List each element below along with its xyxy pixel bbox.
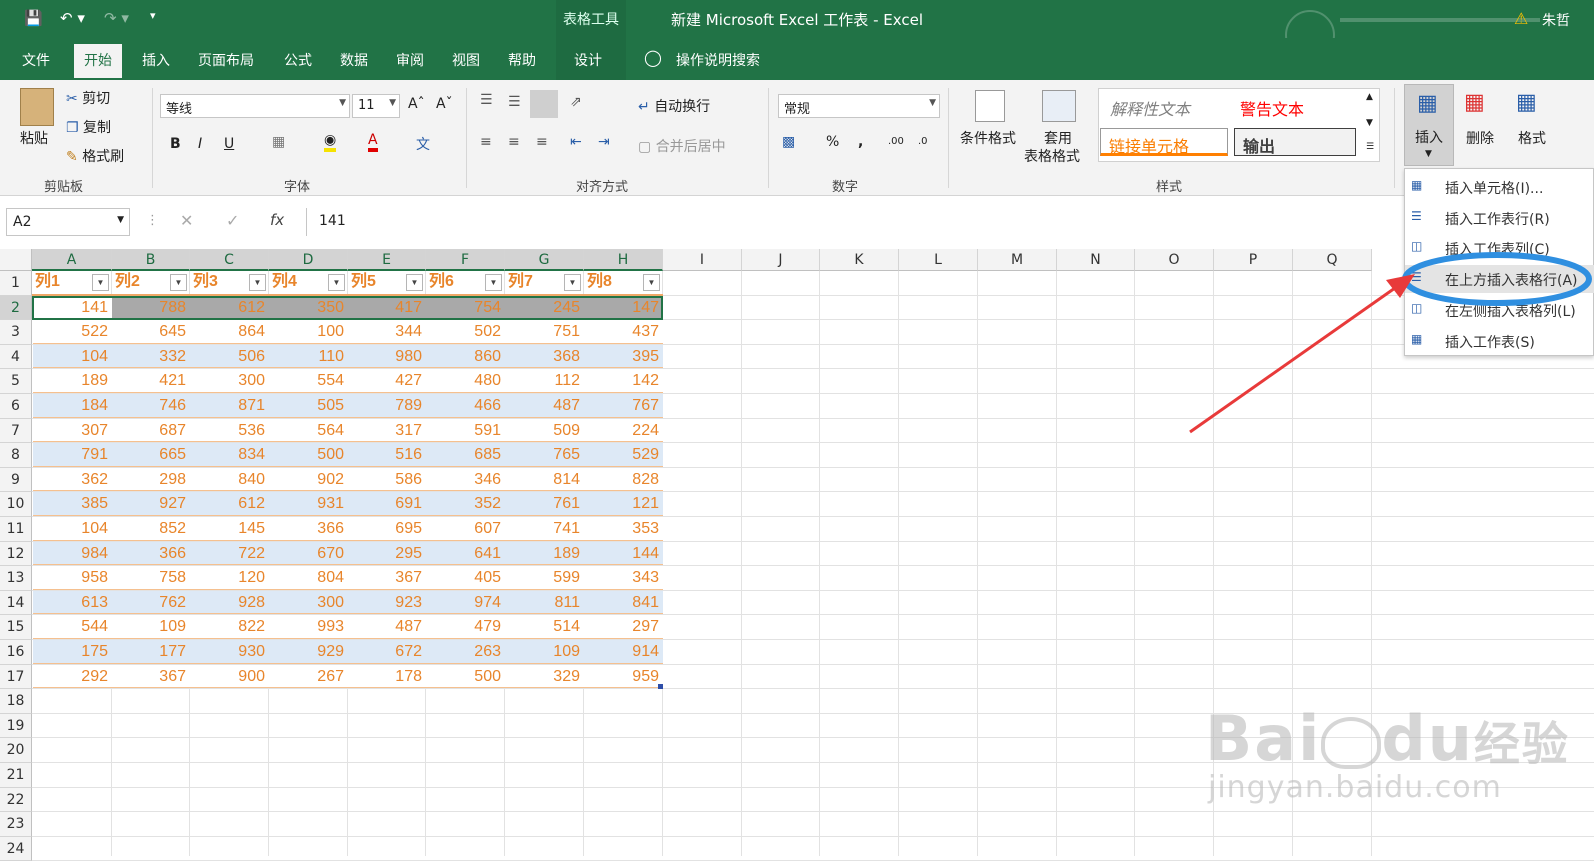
watermark-brand2: du xyxy=(1381,702,1474,775)
watermark-brand: Bai xyxy=(1205,702,1322,775)
watermark-url: jingyan.baidu.com xyxy=(1208,770,1502,805)
highlight-ellipse xyxy=(1402,252,1592,306)
watermark-logo: Bai du经验 xyxy=(1205,702,1570,775)
watermark-jingyan: 经验 xyxy=(1473,717,1570,771)
annotation-arrow-line xyxy=(1189,286,1396,434)
paw-icon xyxy=(1321,716,1382,769)
